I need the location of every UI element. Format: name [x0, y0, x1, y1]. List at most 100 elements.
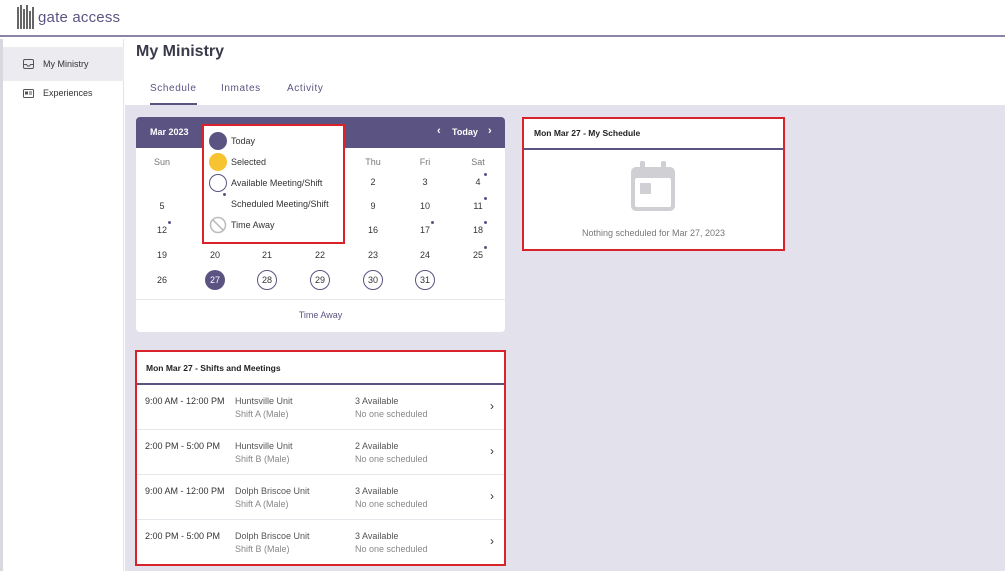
legend-label: Today [231, 136, 256, 146]
my-schedule-divider [524, 148, 783, 150]
calendar-icon [631, 161, 675, 216]
calendar-day[interactable]: 23 [363, 245, 383, 265]
shift-time: 9:00 AM - 12:00 PM [145, 396, 225, 406]
sidebar-edge [0, 39, 3, 571]
calendar-day[interactable]: 9 [363, 196, 383, 216]
top-bar: gate access [0, 0, 1005, 37]
scheduled-dot-icon [168, 221, 171, 224]
calendar-day[interactable]: 21 [257, 245, 277, 265]
calendar-day[interactable]: 3 [415, 172, 435, 192]
no-entry-icon [209, 216, 227, 234]
main-header: My Ministry Schedule Inmates Activity [125, 39, 1005, 105]
calendar-day[interactable]: 29 [310, 270, 330, 290]
shift-name: Shift A (Male) [235, 499, 289, 509]
legend-item-today: Today [209, 132, 255, 150]
shift-scheduled: No one scheduled [355, 544, 428, 554]
weekday-label: Sat [471, 157, 485, 167]
legend-item-selected: Selected [209, 153, 266, 171]
legend-item-available: Available Meeting/Shift [209, 174, 322, 192]
calendar-day[interactable]: 31 [415, 270, 435, 290]
dot-icon [209, 193, 227, 213]
shift-row[interactable]: 9:00 AM - 12:00 PM Huntsville Unit Shift… [137, 385, 504, 430]
calendar-legend: Today Selected Available Meeting/Shift S… [202, 124, 345, 244]
shift-unit: Huntsville Unit [235, 396, 293, 406]
shift-time: 9:00 AM - 12:00 PM [145, 486, 225, 496]
shift-available: 2 Available [355, 441, 399, 451]
shift-row[interactable]: 2:00 PM - 5:00 PM Huntsville Unit Shift … [137, 430, 504, 475]
shift-name: Shift A (Male) [235, 409, 289, 419]
shift-available: 3 Available [355, 486, 399, 496]
sidebar-item-experiences[interactable]: Experiences [3, 76, 124, 110]
sidebar-item-label: My Ministry [43, 59, 89, 69]
tab-inmates[interactable]: Inmates [221, 83, 261, 105]
tab-schedule[interactable]: Schedule [150, 83, 197, 105]
calendar-day[interactable]: 19 [152, 245, 172, 265]
legend-label: Selected [231, 157, 267, 167]
calendar-month-label[interactable]: Mar 2023 [150, 127, 189, 137]
legend-item-time-away: Time Away [209, 216, 275, 234]
shift-time: 2:00 PM - 5:00 PM [145, 441, 221, 451]
calendar-day[interactable]: 28 [257, 270, 277, 290]
legend-label: Scheduled Meeting/Shift [231, 199, 329, 209]
today-button[interactable]: Today [452, 127, 478, 137]
legend-label: Time Away [231, 220, 275, 230]
chevron-right-icon[interactable]: › [488, 125, 492, 137]
my-schedule-card: Mon Mar 27 - My Schedule Nothing schedul… [522, 117, 785, 251]
tab-activity[interactable]: Activity [287, 83, 323, 105]
shifts-card: Mon Mar 27 - Shifts and Meetings 9:00 AM… [135, 350, 506, 566]
shift-available: 3 Available [355, 531, 399, 541]
scheduled-dot-icon [484, 246, 487, 249]
legend-label: Available Meeting/Shift [231, 178, 323, 188]
inbox-icon [21, 57, 35, 71]
legend-item-scheduled: Scheduled Meeting/Shift [209, 193, 329, 213]
shift-row[interactable]: 9:00 AM - 12:00 PM Dolph Briscoe Unit Sh… [137, 475, 504, 520]
calendar-day[interactable]: 27 [205, 270, 225, 290]
time-away-link[interactable]: Time Away [136, 310, 505, 320]
calendar-day[interactable]: 5 [152, 196, 172, 216]
calendar-day[interactable]: 2 [363, 172, 383, 192]
calendar-day[interactable]: 20 [205, 245, 225, 265]
chevron-right-icon[interactable]: › [490, 489, 494, 503]
calendar-day[interactable]: 10 [415, 196, 435, 216]
shift-unit: Dolph Briscoe Unit [235, 531, 310, 541]
shift-scheduled: No one scheduled [355, 454, 428, 464]
sidebar-item-label: Experiences [43, 88, 93, 98]
yellow-circle-icon [209, 153, 227, 171]
weekday-label: Sun [153, 157, 170, 167]
shift-row[interactable]: 2:00 PM - 5:00 PM Dolph Briscoe Unit Shi… [137, 520, 504, 565]
filled-circle-icon [209, 132, 227, 150]
shift-scheduled: No one scheduled [355, 409, 428, 419]
chevron-right-icon[interactable]: › [490, 444, 494, 458]
shift-time: 2:00 PM - 5:00 PM [145, 531, 221, 541]
chevron-right-icon[interactable]: › [490, 534, 494, 548]
calendar-day[interactable]: 24 [415, 245, 435, 265]
calendar-day[interactable]: 22 [310, 245, 330, 265]
shift-name: Shift B (Male) [235, 454, 290, 464]
shift-unit: Dolph Briscoe Unit [235, 486, 310, 496]
calendar-footer-divider [136, 299, 505, 300]
scheduled-dot-icon [484, 221, 487, 224]
shifts-title: Mon Mar 27 - Shifts and Meetings [146, 363, 281, 373]
logo-bars-icon [17, 5, 35, 29]
chevron-left-icon[interactable]: ‹ [437, 125, 441, 137]
shift-scheduled: No one scheduled [355, 499, 428, 509]
shift-name: Shift B (Male) [235, 544, 290, 554]
calendar-day[interactable]: 26 [152, 270, 172, 290]
weekday-label: Fri [419, 157, 431, 167]
outline-circle-icon [209, 174, 227, 192]
shift-available: 3 Available [355, 396, 399, 406]
shift-unit: Huntsville Unit [235, 441, 293, 451]
chevron-right-icon[interactable]: › [490, 399, 494, 413]
logo-text: gate access [38, 8, 121, 26]
scheduled-dot-icon [431, 221, 434, 224]
calendar-day[interactable]: 30 [363, 270, 383, 290]
calendar-day[interactable]: 16 [363, 220, 383, 240]
logo[interactable]: gate access [17, 4, 120, 30]
scheduled-dot-icon [484, 197, 487, 200]
scheduled-dot-icon [484, 173, 487, 176]
sidebar: My Ministry Experiences [0, 39, 124, 571]
my-schedule-title: Mon Mar 27 - My Schedule [534, 128, 641, 138]
weekday-label: Thu [365, 157, 381, 167]
id-card-icon [21, 86, 35, 100]
page-title: My Ministry [136, 43, 225, 60]
